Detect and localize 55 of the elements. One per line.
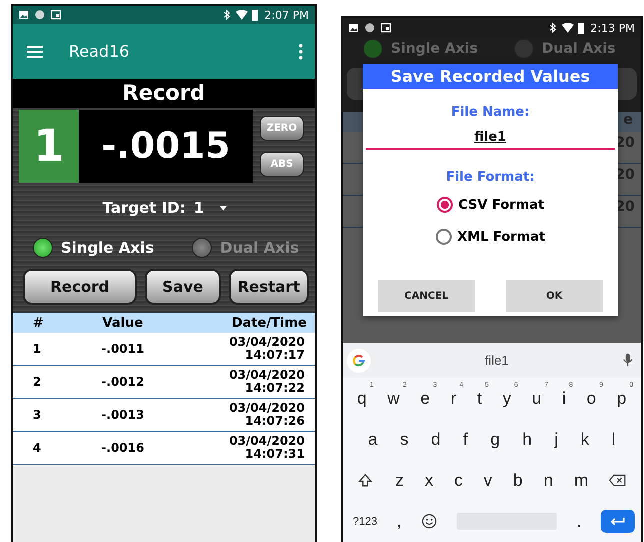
keyboard-key[interactable]: h	[522, 430, 532, 450]
keyboard-key[interactable]: ?123	[353, 516, 378, 528]
keyboard-key[interactable]: d	[431, 430, 441, 450]
table-cell-text: 03/04/2020 14:07:22	[228, 369, 306, 395]
table-cell-text: 2	[32, 375, 42, 389]
keyboard-key[interactable]: l	[612, 430, 616, 450]
target-label: Target ID:	[102, 199, 186, 217]
target-dropdown[interactable]: 1	[194, 199, 228, 217]
table-cell-text: -.0016	[100, 441, 146, 455]
keyboard-key[interactable]: v	[484, 470, 492, 490]
dialog-title: Save Recorded Values	[363, 64, 618, 89]
table-cell-text: 1	[32, 342, 42, 356]
channel-number: 1	[19, 110, 79, 183]
action-button[interactable]: Record	[23, 269, 137, 305]
keyboard-key[interactable]: z	[395, 470, 404, 490]
keyboard-key[interactable]: m	[574, 470, 588, 490]
table-cell-text: -.0011	[100, 342, 146, 356]
column-header: Value	[102, 316, 144, 330]
radio-label[interactable]: XML Format	[458, 230, 546, 244]
keyboard-key[interactable]: k	[580, 430, 590, 450]
keyboard-key[interactable]: g	[490, 430, 500, 450]
table-cell-text: 03/04/2020 14:07:31	[228, 435, 306, 461]
field-label: File Format:	[446, 170, 535, 185]
keyboard-key[interactable]: ,	[396, 512, 402, 532]
dialog-button[interactable]: OK	[506, 280, 603, 312]
table-cell-text: 03/04/2020 14:07:17	[228, 336, 306, 362]
column-header: e	[624, 112, 633, 128]
table-cell-text: -.0013	[100, 408, 146, 422]
action-button[interactable]: Restart	[229, 269, 309, 305]
action-button[interactable]: Save	[145, 269, 221, 305]
keyboard-key[interactable]: a	[368, 430, 378, 450]
radio-label[interactable]: CSV Format	[458, 198, 544, 212]
keyboard-key[interactable]: .	[576, 512, 582, 532]
table-cell-text: 3	[32, 408, 42, 422]
keyboard-key[interactable]: j	[554, 430, 558, 450]
radio-label[interactable]: Single Axis	[61, 239, 154, 257]
keyboard-key[interactable]: x	[424, 470, 434, 490]
keyboard-key[interactable]: n	[544, 470, 554, 490]
keyboard-key[interactable]: c	[454, 470, 463, 490]
table-cell-text: 03/04/2020 14:07:26	[228, 402, 306, 428]
status-time: 2:13 PM	[590, 22, 635, 34]
dialog-button[interactable]: CANCEL	[378, 280, 475, 312]
column-header: Date/Time	[230, 316, 308, 330]
table-cell-text: -.0012	[100, 375, 146, 389]
file-name-field[interactable]: file1	[366, 126, 615, 150]
page-title: Record	[13, 79, 315, 108]
keyboard-key[interactable]: s	[400, 430, 409, 450]
app-title: Read16	[69, 42, 131, 61]
table-cell-text: 4	[32, 441, 42, 455]
status-time: 2:07 PM	[264, 8, 309, 22]
field-label: File Name:	[451, 105, 530, 120]
column-header: #	[32, 316, 45, 330]
keyboard-key[interactable]: b	[513, 470, 523, 490]
reading-display: -.0015	[79, 110, 253, 183]
keyboard-key[interactable]: f	[463, 430, 468, 450]
